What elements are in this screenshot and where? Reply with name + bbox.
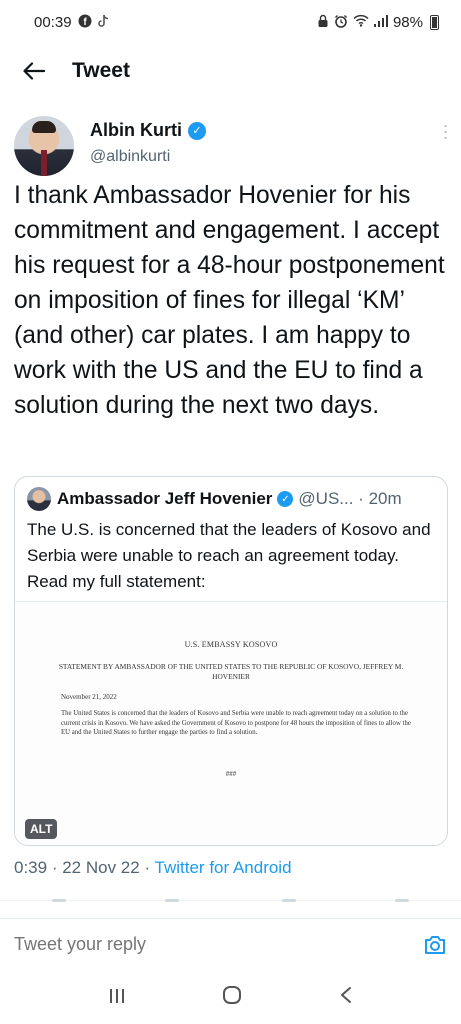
quoted-tweet[interactable]: Ambassador Jeff Hovenier ✓ @US... · 20m … bbox=[14, 476, 448, 846]
back-button[interactable] bbox=[10, 48, 58, 94]
share-action-icon[interactable] bbox=[395, 899, 409, 902]
quoted-avatar bbox=[27, 487, 51, 511]
battery-level: 98% bbox=[392, 13, 423, 31]
quoted-author-name: Ambassador Jeff Hovenier bbox=[57, 489, 273, 508]
document-title: STATEMENT BY AMBASSADOR OF THE UNITED ST… bbox=[58, 662, 404, 681]
document-end-mark: ### bbox=[225, 770, 237, 778]
separator-dot: · bbox=[353, 489, 369, 508]
wifi-icon bbox=[353, 14, 369, 30]
separator-dot: · bbox=[51, 858, 63, 877]
status-bar: 00:39 f 98% bbox=[0, 0, 461, 44]
avatar[interactable] bbox=[14, 116, 74, 176]
status-time: 00:39 bbox=[34, 13, 72, 31]
battery-icon bbox=[430, 14, 439, 30]
document-header: U.S. EMBASSY KOSOVO bbox=[184, 640, 278, 649]
alt-text-badge[interactable]: ALT bbox=[25, 819, 58, 839]
quoted-time-ago: 20m bbox=[368, 489, 402, 508]
quoted-tweet-text: The U.S. is concerned that the leaders o… bbox=[27, 520, 431, 591]
like-action-icon[interactable] bbox=[282, 899, 296, 902]
document-date: November 21, 2022 bbox=[61, 693, 117, 701]
tweet-time: 0:39 bbox=[14, 858, 48, 877]
reply-action-icon[interactable] bbox=[52, 899, 66, 902]
tweet-meta: 0:39 · 22 Nov 22 · Twitter for Android bbox=[14, 858, 292, 878]
signal-icon bbox=[373, 14, 388, 30]
document-body: The United States is concerned that the … bbox=[61, 710, 411, 737]
tiktok-icon bbox=[97, 14, 110, 31]
status-right: 98% bbox=[317, 14, 439, 31]
status-left: 00:39 f bbox=[34, 14, 110, 31]
camera-icon[interactable] bbox=[423, 933, 447, 957]
more-options-icon[interactable]: · · · bbox=[440, 116, 450, 146]
quoted-verified-badge-icon: ✓ bbox=[277, 491, 294, 507]
separator-dot: · bbox=[144, 858, 155, 877]
author-name: Albin Kurti bbox=[90, 120, 182, 140]
retweet-action-icon[interactable] bbox=[165, 899, 179, 902]
home-icon[interactable] bbox=[222, 985, 242, 1011]
facebook-icon: f bbox=[78, 14, 92, 31]
tweet-source-link[interactable]: Twitter for Android bbox=[155, 858, 292, 877]
android-nav-bar bbox=[0, 972, 461, 1024]
quoted-author-handle: @US... bbox=[298, 489, 354, 508]
lock-icon bbox=[317, 14, 329, 31]
action-bar-partial bbox=[0, 899, 461, 920]
tweet-date: 22 Nov 22 bbox=[62, 858, 140, 877]
alarm-icon bbox=[334, 14, 348, 31]
nav-back-icon[interactable] bbox=[339, 986, 353, 1010]
recents-icon[interactable] bbox=[108, 987, 126, 1010]
reply-bar bbox=[0, 918, 461, 970]
verified-badge-icon: ✓ bbox=[188, 121, 206, 140]
quoted-tweet-header: Ambassador Jeff Hovenier ✓ @US... · 20m bbox=[27, 487, 443, 511]
reply-input[interactable] bbox=[14, 934, 423, 955]
tweet-text: I thank Ambassador Hovenier for his comm… bbox=[14, 182, 445, 419]
page-title: Tweet bbox=[72, 59, 130, 82]
statement-image[interactable]: U.S. EMBASSY KOSOVO STATEMENT BY AMBASSA… bbox=[15, 601, 447, 845]
tweet-author: Albin Kurti ✓ @albinkurti · · · bbox=[14, 112, 454, 176]
author-handle[interactable]: @albinkurti bbox=[90, 148, 170, 166]
top-bar: Tweet bbox=[0, 48, 461, 94]
author-name-row[interactable]: Albin Kurti ✓ bbox=[90, 120, 206, 141]
arrow-left-icon bbox=[23, 62, 45, 80]
